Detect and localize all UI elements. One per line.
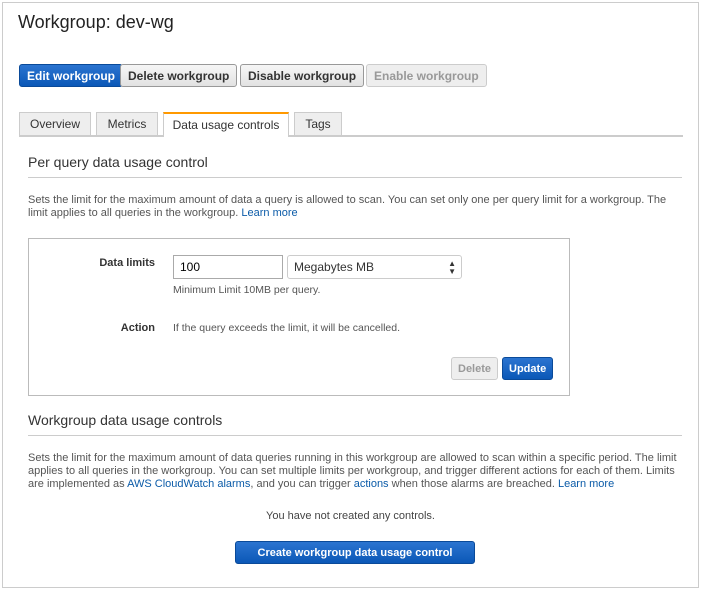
description-text: , and you can trigger <box>250 478 351 490</box>
update-limit-button[interactable]: Update <box>502 357 554 380</box>
empty-state-text: You have not created any controls. <box>266 510 435 522</box>
per-query-title: Per query data usage control <box>28 154 208 170</box>
tab-data-usage-controls[interactable]: Data usage controls <box>163 112 289 137</box>
delete-workgroup-button[interactable]: Delete workgroup <box>120 64 238 87</box>
unit-select[interactable]: Megabytes MB ▲ ▼ <box>287 255 462 279</box>
data-limit-input[interactable] <box>173 255 283 279</box>
divider <box>28 435 682 436</box>
disable-workgroup-button[interactable]: Disable workgroup <box>240 64 365 87</box>
tab-tags[interactable]: Tags <box>294 112 342 135</box>
divider <box>28 177 682 178</box>
unit-value: Megabytes MB <box>294 260 375 274</box>
tab-metrics[interactable]: Metrics <box>96 112 158 135</box>
description-text: Sets the limit for the maximum amount of… <box>28 194 667 219</box>
tab-bar: Overview Metrics Data usage controls Tag… <box>19 112 683 137</box>
learn-more-link[interactable]: Learn more <box>241 207 297 219</box>
per-query-panel: Data limits Megabytes MB ▲▼ Minimum Limit… <box>28 238 570 396</box>
learn-more-link[interactable]: Learn more <box>558 478 614 490</box>
delete-limit-button[interactable]: Delete <box>451 357 499 380</box>
description-text: when those alarms are breached. <box>391 478 555 490</box>
cloudwatch-alarms-link[interactable]: AWS CloudWatch alarms <box>127 478 250 490</box>
tab-overview[interactable]: Overview <box>19 112 91 135</box>
enable-workgroup-button[interactable]: Enable workgroup <box>366 64 487 87</box>
per-query-description: Sets the limit for the maximum amount of… <box>28 194 683 220</box>
action-text: If the query exceeds the limit, it will … <box>173 322 401 334</box>
action-label: Action <box>120 322 155 334</box>
workgroup-controls-title: Workgroup data usage controls <box>28 412 223 428</box>
limit-hint: Minimum Limit 10MB per query. <box>173 284 321 296</box>
workgroup-controls-description: Sets the limit for the maximum amount of… <box>28 452 683 491</box>
select-arrows-icon: ▲ ▼ <box>448 259 456 276</box>
create-workgroup-control-button[interactable]: Create workgroup data usage control <box>235 541 475 564</box>
data-limits-label: Data limits <box>99 257 155 269</box>
edit-workgroup-button[interactable]: Edit workgroup <box>19 64 123 87</box>
actions-link[interactable]: actions <box>354 478 389 490</box>
page-title: Workgroup: dev-wg <box>18 12 174 32</box>
